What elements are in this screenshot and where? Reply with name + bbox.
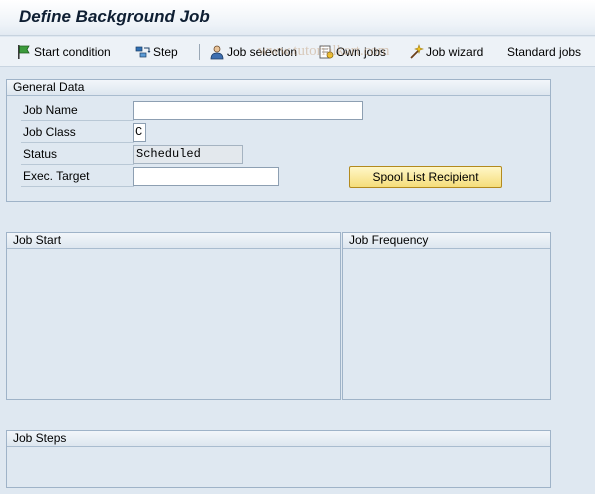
flag-icon <box>18 45 30 59</box>
status-label: Status <box>23 147 58 161</box>
standard-jobs-label: Standard jobs <box>507 45 582 59</box>
step-icon <box>135 46 151 58</box>
title-bar: Define Background Job <box>0 0 595 36</box>
job-class-label: Job Class <box>23 125 76 139</box>
job-wizard-label: Job wizard <box>426 45 484 59</box>
start-condition-button[interactable]: Start condition <box>16 43 111 61</box>
job-steps-group: Job Steps <box>6 430 551 488</box>
general-data-header: General Data <box>7 80 550 96</box>
step-label: Step <box>153 45 178 59</box>
exec-target-label: Exec. Target <box>23 169 90 183</box>
person-icon <box>210 45 224 60</box>
start-condition-label: Start condition <box>34 45 111 59</box>
general-data-group: General Data Job Name Job Class C Status… <box>6 79 551 202</box>
job-start-group: Job Start <box>6 232 341 400</box>
spool-list-recipient-button[interactable]: Spool List Recipient <box>349 166 502 188</box>
wizard-wand-icon <box>410 44 424 59</box>
field-divider <box>21 164 134 165</box>
job-steps-header: Job Steps <box>7 431 550 447</box>
field-divider <box>21 142 134 143</box>
job-frequency-header: Job Frequency <box>343 233 550 249</box>
job-wizard-button[interactable]: Job wizard <box>408 43 483 61</box>
job-class-input[interactable]: C <box>133 123 146 142</box>
own-jobs-icon <box>319 45 334 59</box>
toolbar-separator <box>199 44 200 60</box>
field-divider <box>21 120 134 121</box>
page-title: Define Background Job <box>19 7 210 26</box>
job-name-input[interactable] <box>133 101 363 120</box>
field-divider <box>21 186 134 187</box>
job-selection-label: Job selection <box>227 45 298 59</box>
own-jobs-button[interactable]: Own jobs <box>318 43 386 61</box>
job-start-header: Job Start <box>7 233 340 249</box>
job-frequency-group: Job Frequency <box>342 232 551 400</box>
exec-target-input[interactable] <box>133 167 279 186</box>
status-field: Scheduled <box>133 145 243 164</box>
step-button[interactable]: Step <box>135 43 178 61</box>
job-selection-button[interactable]: Job selection <box>209 43 297 61</box>
standard-jobs-button[interactable]: Standard jobs <box>507 43 581 61</box>
job-name-label: Job Name <box>23 103 78 117</box>
application-toolbar: Start condition Step Job selection Own j… <box>0 37 595 67</box>
own-jobs-label: Own jobs <box>336 45 387 59</box>
